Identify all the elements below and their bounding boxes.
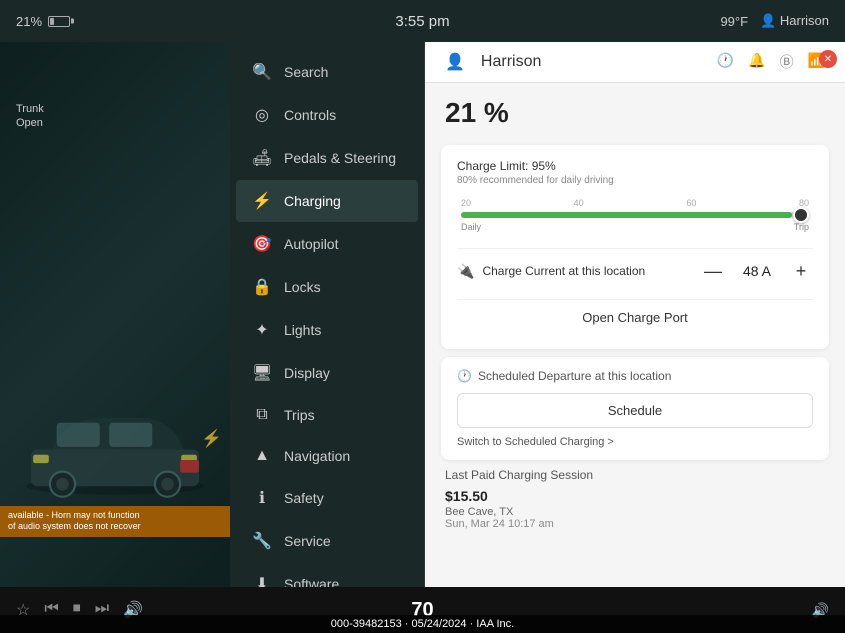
sidebar-menu: 🔍 Search ◎ Controls 🛋 Pedals & Steering … [230, 42, 425, 587]
status-time: 3:55 pm [395, 13, 449, 30]
charge-current-label: Charge Current at this location [482, 264, 693, 278]
sidebar-label-controls: Controls [284, 107, 336, 123]
locks-icon: 🔒 [252, 277, 272, 297]
main-area: Trunk Open ⚡ [0, 42, 845, 587]
sidebar-item-autopilot[interactable]: 🎯 Autopilot [236, 223, 418, 265]
close-button[interactable]: ✕ [819, 50, 837, 68]
car-image: ⚡ [10, 397, 220, 502]
last-session-title: Last Paid Charging Session [445, 468, 825, 482]
sidebar-item-pedals[interactable]: 🛋 Pedals & Steering [236, 137, 418, 179]
switch-to-scheduled-link[interactable]: Switch to Scheduled Charging > [457, 436, 813, 448]
plug-icon: 🔌 [457, 263, 474, 280]
sidebar-item-lights[interactable]: ✦ Lights [236, 309, 418, 351]
sidebar-item-software[interactable]: ⬇ Software [236, 563, 418, 587]
last-session-amount: $15.50 [445, 488, 825, 504]
sidebar-label-trips: Trips [284, 407, 315, 423]
sidebar-label-service: Service [284, 533, 331, 549]
warning-banner: available - Horn may not function of aud… [0, 506, 230, 537]
user-name-header: Harrison [481, 53, 541, 71]
clock-icon: 🕐 [717, 52, 734, 72]
slider-fill [461, 212, 792, 218]
sidebar-label-safety: Safety [284, 490, 324, 506]
status-right: 99°F 👤 Harrison [720, 13, 829, 29]
car-silhouette: ⚡ [10, 397, 220, 507]
sidebar-item-display[interactable]: 🖥 Display [236, 352, 418, 394]
navigation-icon: ▲ [252, 447, 272, 465]
sidebar-label-display: Display [284, 365, 330, 381]
left-panel: Trunk Open ⚡ [0, 42, 230, 587]
pedals-icon: 🛋 [252, 148, 272, 168]
sidebar-label-pedals: Pedals & Steering [284, 150, 396, 166]
content-header: 👤 Harrison 🕐 🔔 Ⓑ 📶 [425, 42, 845, 83]
charge-card: Charge Limit: 95% 80% recommended for da… [441, 145, 829, 349]
sidebar-item-trips[interactable]: ⧉ Trips [236, 395, 418, 435]
slider-label-daily: Daily [461, 222, 481, 232]
notifications-icon: 🔔 [748, 52, 765, 72]
svg-text:⚡: ⚡ [201, 428, 220, 449]
user-status: 👤 Harrison [760, 13, 829, 29]
slider-thumb[interactable] [793, 207, 809, 223]
sidebar-item-safety[interactable]: ℹ Safety [236, 477, 418, 519]
battery-status: 21% [16, 14, 70, 29]
battery-icon [48, 16, 70, 27]
sidebar-label-locks: Locks [284, 279, 321, 295]
sidebar-item-navigation[interactable]: ▲ Navigation [236, 436, 418, 476]
current-controls: — 48 A + [701, 259, 813, 283]
status-bar: 21% 3:55 pm 99°F 👤 Harrison [0, 0, 845, 42]
sidebar-label-search: Search [284, 64, 328, 80]
clock-small-icon: 🕐 [457, 369, 472, 383]
charging-icon: ⚡ [252, 191, 272, 211]
tick-60: 60 [686, 198, 696, 208]
slider-ticks: 20 40 60 80 [457, 198, 813, 208]
autopilot-icon: 🎯 [252, 234, 272, 254]
open-charge-port-button[interactable]: Open Charge Port [457, 299, 813, 335]
trips-icon: ⧉ [252, 406, 272, 424]
tick-40: 40 [574, 198, 584, 208]
tick-20: 20 [461, 198, 471, 208]
safety-icon: ℹ [252, 488, 272, 508]
header-icons: 🕐 🔔 Ⓑ 📶 [717, 52, 825, 72]
slider-track[interactable] [461, 212, 809, 218]
content-panel: ✕ 👤 Harrison 🕐 🔔 Ⓑ 📶 21 % Charge Limit: … [425, 42, 845, 587]
charge-limit-label: Charge Limit: 95% [457, 159, 813, 173]
auction-label: 000-39482153 · 05/24/2024 · IAA Inc. [0, 615, 845, 633]
decrease-current-button[interactable]: — [701, 259, 725, 283]
trunk-label: Trunk Open [16, 102, 44, 131]
sidebar-item-search[interactable]: 🔍 Search [236, 51, 418, 93]
sidebar-label-autopilot: Autopilot [284, 236, 338, 252]
last-session-date: Sun, Mar 24 10:17 am [445, 518, 825, 530]
sidebar-label-charging: Charging [284, 193, 341, 209]
scheduled-departure-card: 🕐 Scheduled Departure at this location S… [441, 357, 829, 460]
last-session-section: Last Paid Charging Session $15.50 Bee Ca… [441, 468, 829, 530]
search-icon: 🔍 [252, 62, 272, 82]
increase-current-button[interactable]: + [789, 259, 813, 283]
current-value-display: 48 A [737, 263, 777, 279]
display-icon: 🖥 [252, 363, 272, 383]
scheduled-departure-title: 🕐 Scheduled Departure at this location [457, 369, 813, 383]
bluetooth-icon: Ⓑ [780, 52, 794, 72]
sidebar-item-charging[interactable]: ⚡ Charging [236, 180, 418, 222]
sidebar-label-lights: Lights [284, 322, 321, 338]
service-icon: 🔧 [252, 531, 272, 551]
sidebar-item-service[interactable]: 🔧 Service [236, 520, 418, 562]
controls-icon: ◎ [252, 105, 272, 125]
charge-current-row: 🔌 Charge Current at this location — 48 A… [457, 248, 813, 293]
sidebar-item-controls[interactable]: ◎ Controls [236, 94, 418, 136]
sidebar-item-locks[interactable]: 🔒 Locks [236, 266, 418, 308]
sidebar-label-navigation: Navigation [284, 448, 350, 464]
slider-label-trip: Trip [794, 222, 809, 232]
schedule-button[interactable]: Schedule [457, 393, 813, 428]
software-icon: ⬇ [252, 574, 272, 587]
charge-limit-slider-container: 20 40 60 80 Daily Trip [457, 198, 813, 232]
last-session-location: Bee Cave, TX [445, 506, 825, 518]
temperature-display: 99°F [720, 14, 748, 29]
sidebar-label-software: Software [284, 576, 339, 587]
battery-percentage-display: 21 % [425, 83, 845, 137]
charge-recommended-text: 80% recommended for daily driving [457, 175, 813, 186]
user-avatar-icon: 👤 [445, 52, 465, 72]
battery-percent-text: 21% [16, 14, 42, 29]
lights-icon: ✦ [252, 320, 272, 340]
slider-labels: Daily Trip [457, 218, 813, 232]
